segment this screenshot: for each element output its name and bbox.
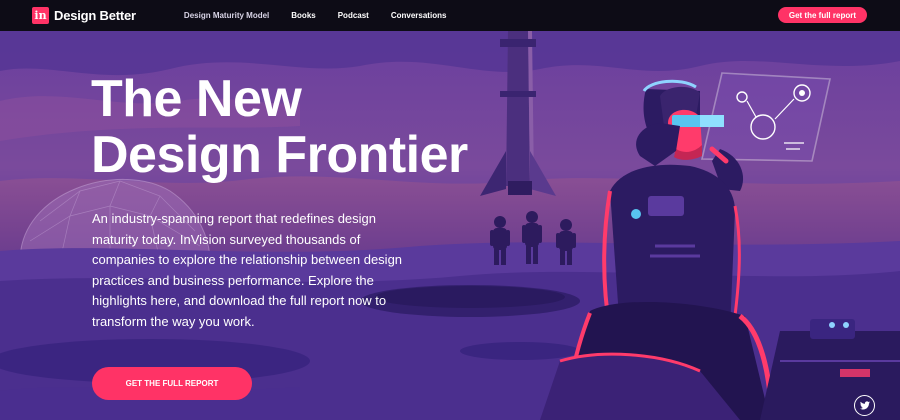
twitter-icon — [859, 401, 870, 410]
get-full-report-button[interactable]: GET THE FULL REPORT — [92, 367, 252, 400]
twitter-share-button[interactable] — [854, 395, 875, 416]
rover — [760, 319, 900, 420]
logo[interactable]: in Design Better — [32, 7, 136, 24]
hero: The New Design Frontier An industry-span… — [0, 31, 900, 420]
nav-link-books[interactable]: Books — [291, 11, 315, 20]
top-nav: in Design Better Design Maturity Model B… — [0, 0, 900, 31]
nav-link-design-maturity-model[interactable]: Design Maturity Model — [184, 11, 269, 20]
hero-title-line-2: Design Frontier — [91, 126, 468, 184]
hero-description: An industry-spanning report that redefin… — [92, 211, 403, 329]
nav-link-podcast[interactable]: Podcast — [338, 11, 369, 20]
nav-link-conversations[interactable]: Conversations — [391, 11, 447, 20]
nav-links: Design Maturity Model Books Podcast Conv… — [184, 11, 469, 20]
logo-text: Design Better — [54, 8, 136, 23]
hero-title: The New Design Frontier — [91, 71, 551, 183]
hero-title-line-1: The New — [91, 70, 302, 128]
get-report-nav-button[interactable]: Get the full report — [777, 7, 867, 23]
invision-logo-icon: in — [32, 7, 49, 24]
